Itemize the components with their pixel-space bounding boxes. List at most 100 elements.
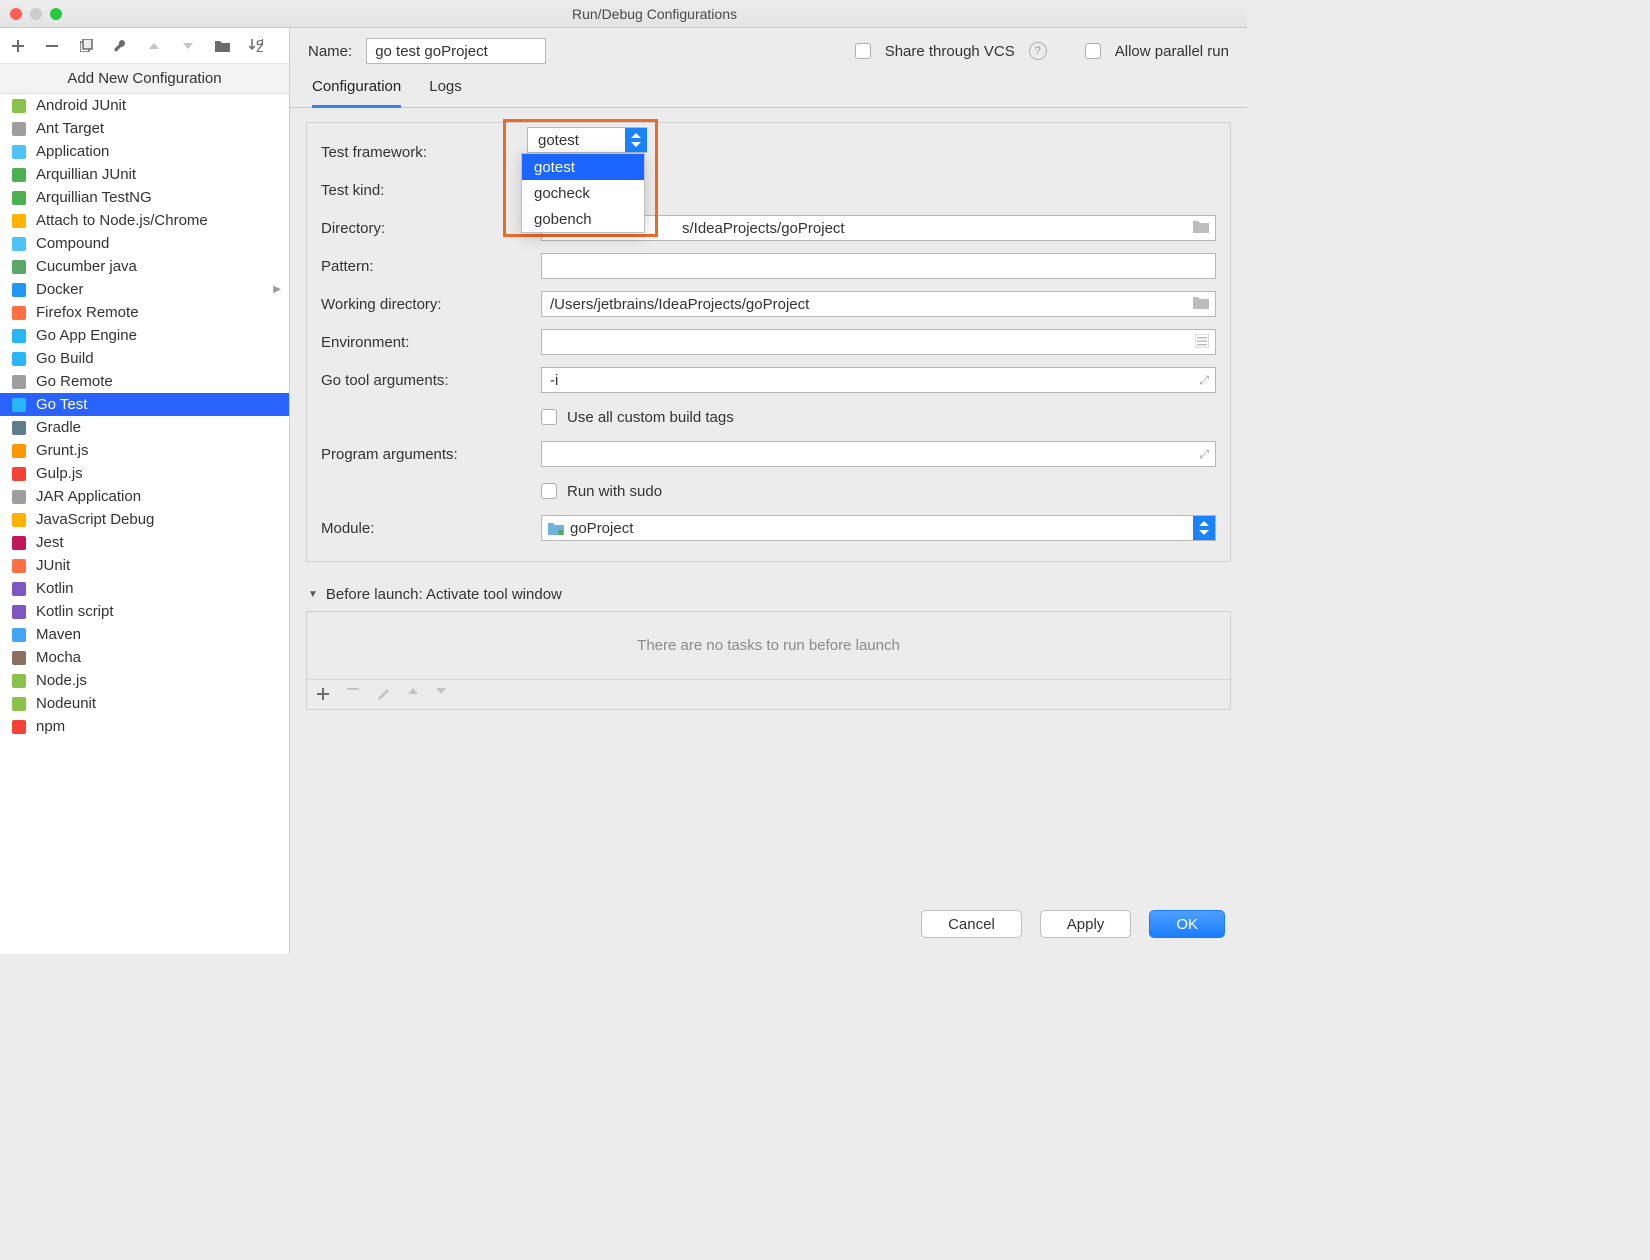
sidebar-item-label: Compound bbox=[36, 235, 109, 252]
test-framework-dropdown[interactable]: gotest gocheck gobench bbox=[521, 153, 645, 233]
chevron-down-icon: ▼ bbox=[308, 589, 318, 600]
allow-parallel-checkbox[interactable] bbox=[1085, 43, 1101, 59]
add-task-icon[interactable] bbox=[317, 688, 329, 701]
sidebar-item[interactable]: Application bbox=[0, 140, 289, 163]
remove-icon[interactable] bbox=[44, 38, 60, 54]
help-icon[interactable]: ? bbox=[1029, 42, 1047, 60]
apply-button[interactable]: Apply bbox=[1040, 910, 1132, 938]
config-type-icon bbox=[10, 512, 28, 528]
configuration-form: Test framework: Test kind: Directory: s/… bbox=[306, 122, 1231, 562]
share-vcs-checkbox[interactable] bbox=[855, 43, 871, 59]
sidebar-item[interactable]: Mocha bbox=[0, 646, 289, 669]
chevron-right-icon: ▶ bbox=[273, 284, 281, 295]
sidebar-item[interactable]: Firefox Remote bbox=[0, 301, 289, 324]
sidebar-item[interactable]: Nodeunit bbox=[0, 692, 289, 715]
sidebar-item[interactable]: Jest bbox=[0, 531, 289, 554]
working-dir-input[interactable]: /Users/jetbrains/IdeaProjects/goProject bbox=[541, 291, 1216, 317]
maximize-window-icon[interactable] bbox=[50, 8, 62, 20]
list-icon[interactable] bbox=[1195, 334, 1209, 348]
sidebar-item[interactable]: Node.js bbox=[0, 669, 289, 692]
config-type-icon bbox=[10, 305, 28, 321]
working-dir-label: Working directory: bbox=[321, 296, 541, 313]
dropdown-option-gocheck[interactable]: gocheck bbox=[522, 180, 644, 206]
close-window-icon[interactable] bbox=[10, 8, 22, 20]
sidebar-item[interactable]: Grunt.js bbox=[0, 439, 289, 462]
sidebar-item[interactable]: Arquillian JUnit bbox=[0, 163, 289, 186]
folder-icon[interactable] bbox=[214, 38, 230, 54]
before-launch-empty: There are no tasks to run before launch bbox=[307, 612, 1230, 680]
sidebar-item-label: npm bbox=[36, 718, 65, 735]
sidebar-item-label: Application bbox=[36, 143, 109, 160]
sidebar-item[interactable]: Maven bbox=[0, 623, 289, 646]
tab-logs[interactable]: Logs bbox=[429, 78, 462, 107]
sidebar-item-label: Go Test bbox=[36, 396, 87, 413]
configuration-type-list[interactable]: Android JUnit Ant Target Application Arquil… bbox=[0, 94, 289, 954]
config-type-icon bbox=[10, 236, 28, 252]
config-type-icon bbox=[10, 535, 28, 551]
config-type-icon bbox=[10, 627, 28, 643]
ok-button[interactable]: OK bbox=[1149, 910, 1225, 938]
browse-icon[interactable] bbox=[1193, 296, 1209, 309]
remove-task-icon bbox=[347, 688, 359, 701]
sidebar-item[interactable]: Arquillian TestNG bbox=[0, 186, 289, 209]
sidebar-item[interactable]: Attach to Node.js/Chrome bbox=[0, 209, 289, 232]
sidebar-item[interactable]: Gradle bbox=[0, 416, 289, 439]
sidebar-item[interactable]: Kotlin script bbox=[0, 600, 289, 623]
config-type-icon bbox=[10, 696, 28, 712]
sidebar-item[interactable]: Kotlin bbox=[0, 577, 289, 600]
sidebar-item-label: Go Build bbox=[36, 350, 94, 367]
browse-icon[interactable] bbox=[1193, 220, 1209, 233]
config-type-icon bbox=[10, 558, 28, 574]
sidebar-item[interactable]: Go Build bbox=[0, 347, 289, 370]
use-tags-checkbox[interactable] bbox=[541, 409, 557, 425]
sidebar-item[interactable]: Cucumber java bbox=[0, 255, 289, 278]
config-type-icon bbox=[10, 259, 28, 275]
environment-input[interactable] bbox=[541, 329, 1216, 355]
sidebar-item-label: Maven bbox=[36, 626, 81, 643]
sidebar-item[interactable]: Android JUnit bbox=[0, 94, 289, 117]
go-args-label: Go tool arguments: bbox=[321, 372, 541, 389]
sidebar-item[interactable]: Compound bbox=[0, 232, 289, 255]
pattern-input[interactable] bbox=[541, 253, 1216, 279]
down-icon bbox=[180, 38, 196, 54]
cancel-button[interactable]: Cancel bbox=[921, 910, 1022, 938]
sidebar-item-label: Mocha bbox=[36, 649, 81, 666]
sidebar-item[interactable]: npm bbox=[0, 715, 289, 738]
sidebar-item[interactable]: Go Remote bbox=[0, 370, 289, 393]
tab-configuration[interactable]: Configuration bbox=[312, 78, 401, 108]
sidebar-item-label: JUnit bbox=[36, 557, 70, 574]
copy-icon[interactable] bbox=[78, 38, 94, 54]
sidebar-item[interactable]: Gulp.js bbox=[0, 462, 289, 485]
environment-label: Environment: bbox=[321, 334, 541, 351]
expand-icon[interactable]: ⤢ bbox=[1199, 447, 1209, 462]
name-input[interactable] bbox=[366, 38, 546, 64]
config-type-icon bbox=[10, 167, 28, 183]
before-launch-header[interactable]: ▼ Before launch: Activate tool window bbox=[306, 584, 1231, 611]
config-type-icon bbox=[10, 673, 28, 689]
sidebar-item-label: Android JUnit bbox=[36, 97, 126, 114]
expand-icon[interactable]: ⤢ bbox=[1199, 373, 1209, 388]
chevron-updown-icon bbox=[1193, 516, 1215, 540]
sidebar-item[interactable]: JAR Application bbox=[0, 485, 289, 508]
sidebar-item-label: Arquillian TestNG bbox=[36, 189, 152, 206]
config-type-icon bbox=[10, 420, 28, 436]
program-args-label: Program arguments: bbox=[321, 446, 541, 463]
run-sudo-checkbox[interactable] bbox=[541, 483, 557, 499]
dropdown-option-gotest[interactable]: gotest bbox=[522, 154, 644, 180]
sidebar-item[interactable]: JUnit bbox=[0, 554, 289, 577]
sidebar-item[interactable]: Go App Engine bbox=[0, 324, 289, 347]
wrench-icon[interactable] bbox=[112, 38, 128, 54]
dropdown-option-gobench[interactable]: gobench bbox=[522, 206, 644, 232]
program-args-input[interactable]: ⤢ bbox=[541, 441, 1216, 467]
sidebar-item[interactable]: Go Test bbox=[0, 393, 289, 416]
test-framework-select[interactable]: gotest bbox=[527, 127, 647, 153]
go-args-input[interactable]: -i ⤢ bbox=[541, 367, 1216, 393]
config-type-icon bbox=[10, 121, 28, 137]
module-select[interactable]: goProject bbox=[541, 515, 1216, 541]
sidebar-item[interactable]: Ant Target bbox=[0, 117, 289, 140]
sidebar-item[interactable]: Docker▶ bbox=[0, 278, 289, 301]
sort-icon[interactable]: az bbox=[248, 38, 264, 54]
config-type-icon bbox=[10, 374, 28, 390]
add-icon[interactable] bbox=[10, 38, 26, 54]
sidebar-item[interactable]: JavaScript Debug bbox=[0, 508, 289, 531]
